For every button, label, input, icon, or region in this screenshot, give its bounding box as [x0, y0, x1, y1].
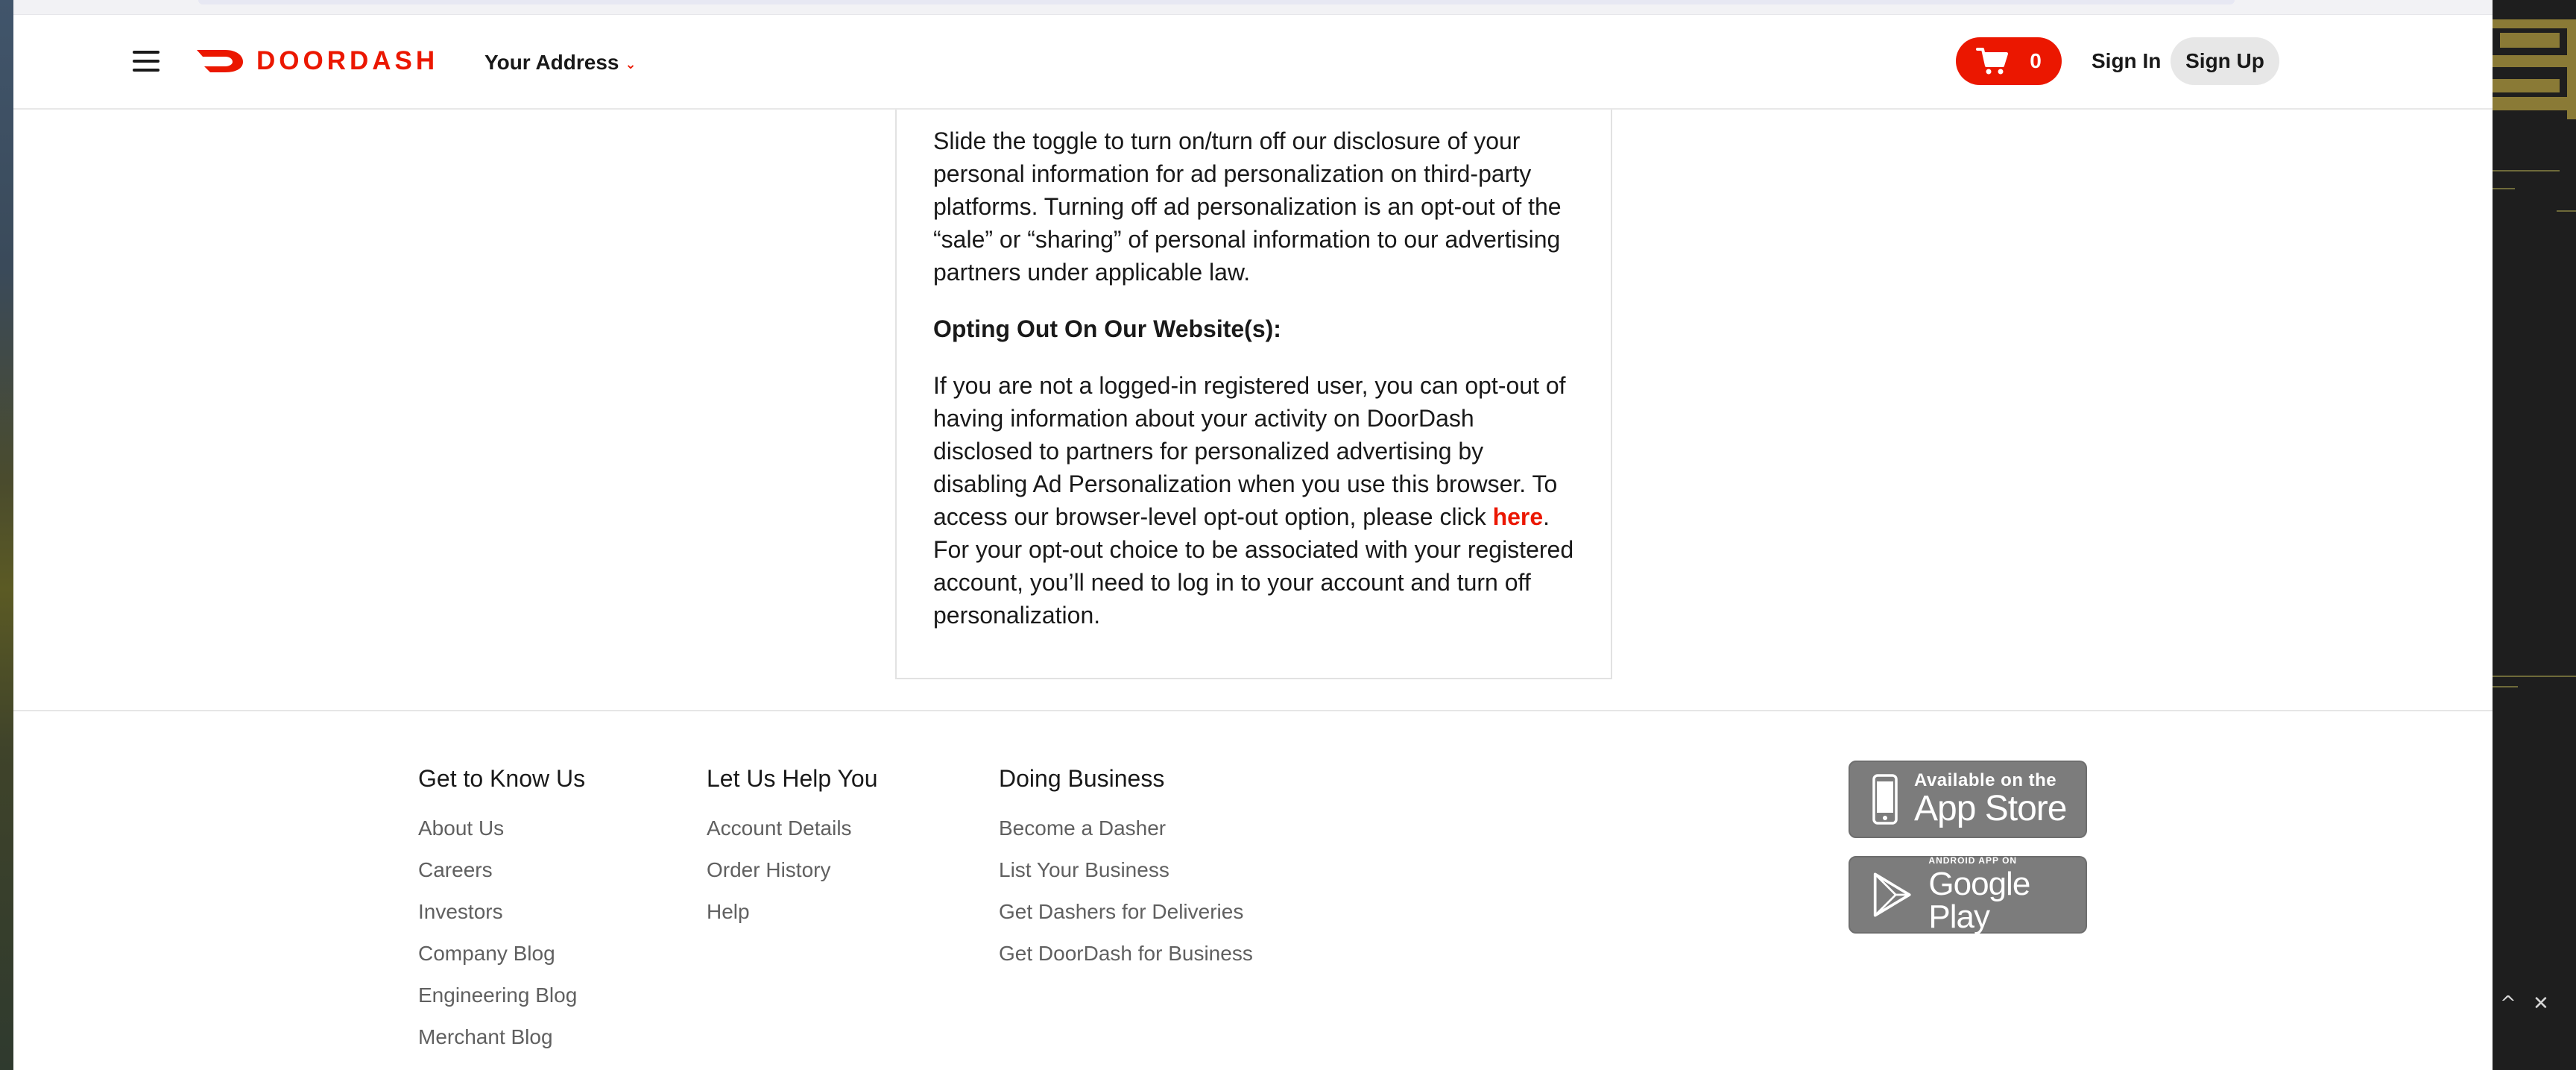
footer-link-doordash-business[interactable]: Get DoorDash for Business [999, 941, 1253, 966]
shopping-cart-icon [1976, 48, 2009, 75]
opt-out-description: If you are not a logged-in registered us… [933, 369, 1575, 632]
side-panel: ^ ✕ [2493, 0, 2576, 1070]
collapse-icon[interactable]: ^ [2500, 992, 2516, 1016]
close-icon[interactable]: ✕ [2533, 992, 2549, 1016]
top-sliver [13, 0, 2493, 15]
opt-out-heading: Opting Out On Our Website(s): [933, 315, 1281, 342]
address-label: Your Address [484, 51, 619, 74]
chevron-down-icon: ⌄ [625, 56, 637, 72]
footer-column-business: Doing Business Become a Dasher List Your… [999, 764, 1253, 983]
footer-link-engineering-blog[interactable]: Engineering Blog [418, 983, 585, 1008]
footer-link-list-business[interactable]: List Your Business [999, 857, 1253, 883]
panel-line [2493, 170, 2560, 171]
cart-count: 0 [2030, 49, 2042, 72]
address-selector[interactable]: Your Address ⌄ [484, 48, 637, 78]
google-play-big-text: Google Play [1928, 866, 2030, 935]
footer-link-investors[interactable]: Investors [418, 899, 585, 925]
footer-link-dashers-deliveries[interactable]: Get Dashers for Deliveries [999, 899, 1253, 925]
footer-column-help: Let Us Help You Account Details Order Hi… [707, 764, 878, 941]
logo-text: DOORDASH [256, 46, 439, 75]
footer-link-company-blog[interactable]: Company Blog [418, 941, 585, 966]
doordash-logo[interactable]: DOORDASH [195, 45, 438, 78]
panel-block [2500, 33, 2560, 48]
panel-block [2493, 97, 2567, 110]
footer-link-account-details[interactable]: Account Details [707, 816, 878, 841]
cart-button[interactable]: 0 [1956, 37, 2062, 85]
doordash-logo-icon [197, 50, 243, 72]
google-play-small-text: ANDROID APP ON [1928, 855, 2018, 866]
privacy-content-card: Slide the toggle to turn on/turn off our… [895, 110, 1612, 679]
here-link[interactable]: here [1493, 503, 1544, 530]
footer-link-merchant-blog[interactable]: Merchant Blog [418, 1025, 585, 1050]
footer-column-title: Get to Know Us [418, 765, 586, 792]
hamburger-menu-icon[interactable] [131, 48, 161, 75]
app-store-big-text: App Store [1914, 789, 2067, 828]
search-bar-edge [198, 0, 2235, 4]
toggle-description: Slide the toggle to turn on/turn off our… [933, 128, 1562, 286]
footer-link-careers[interactable]: Careers [418, 857, 585, 883]
footer-column-title: Let Us Help You [707, 765, 878, 792]
panel-block [2567, 22, 2576, 119]
phone-icon [1872, 774, 1898, 825]
site-footer: Get to Know Us About Us Careers Investor… [13, 710, 2493, 1070]
site-header: DOORDASH Your Address ⌄ 0 Sign In Sign U… [13, 15, 2493, 110]
background-strip [0, 0, 13, 1070]
panel-line [2493, 686, 2518, 687]
panel-line [2493, 188, 2515, 189]
footer-link-about-us[interactable]: About Us [418, 816, 585, 841]
footer-column-know-us: Get to Know Us About Us Careers Investor… [418, 764, 585, 1066]
footer-link-become-dasher[interactable]: Become a Dasher [999, 816, 1253, 841]
google-play-badge[interactable]: ANDROID APP ON Google Play [1849, 856, 2087, 934]
footer-link-order-history[interactable]: Order History [707, 857, 878, 883]
sign-in-button[interactable]: Sign In [2087, 37, 2165, 85]
opt-out-text-start: If you are not a logged-in registered us… [933, 372, 1566, 530]
browser-page: DOORDASH Your Address ⌄ 0 Sign In Sign U… [13, 0, 2493, 1070]
play-triangle-icon [1873, 872, 1911, 917]
app-store-small-text: Available on the [1914, 770, 2057, 790]
panel-block [2493, 79, 2560, 92]
panel-line [2557, 210, 2576, 212]
sign-up-button[interactable]: Sign Up [2171, 37, 2279, 85]
panel-line [2493, 676, 2576, 677]
footer-column-title: Doing Business [999, 765, 1165, 792]
panel-block [2493, 19, 2576, 28]
panel-block [2493, 55, 2567, 67]
app-store-badge[interactable]: Available on the App Store [1849, 761, 2087, 838]
footer-link-help[interactable]: Help [707, 899, 878, 925]
